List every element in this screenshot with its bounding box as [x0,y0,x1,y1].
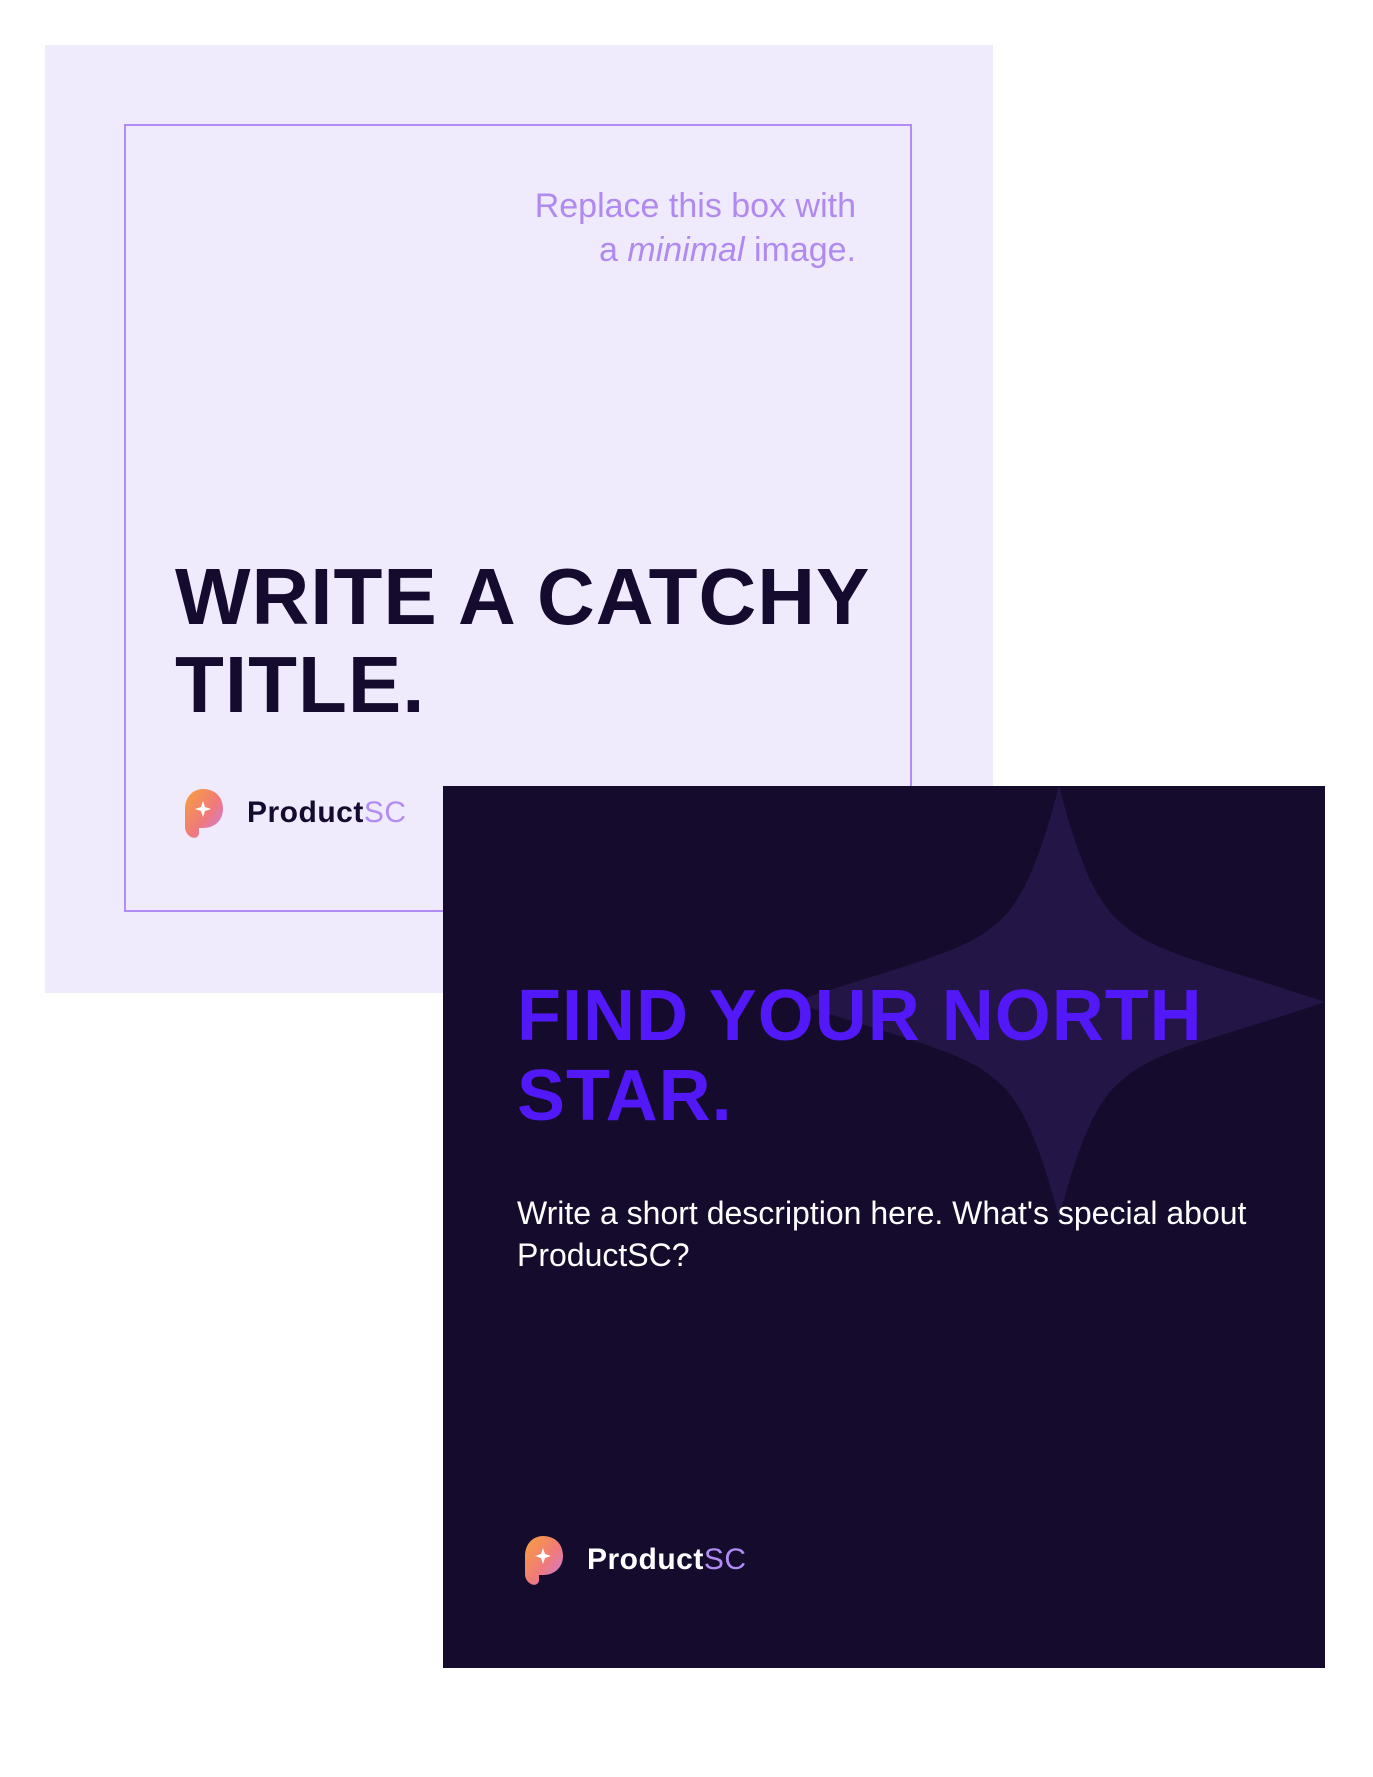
brand-name-base: Product [247,796,364,829]
brand-name-base: Product [587,1543,704,1576]
image-placeholder-note: Replace this box with a minimal image. [376,184,856,272]
light-card-title: WRITE A CATCHY TITLE. [175,552,869,729]
placeholder-line-2-pre: a [599,231,628,269]
dark-social-card: FIND YOUR NORTH STAR. Write a short desc… [443,786,1325,1668]
brand-name: ProductSC [587,1543,747,1577]
dark-card-title: FIND YOUR NORTH STAR. [517,976,1203,1136]
placeholder-line-2-post: image. [744,231,856,269]
brand-name: ProductSC [247,796,407,830]
placeholder-line-2-italic: minimal [627,231,745,269]
placeholder-line-2: a minimal image. [376,228,856,272]
productsc-logo-icon [185,789,223,838]
productsc-logo-icon [525,1536,563,1585]
dark-card-description: Write a short description here. What's s… [517,1195,1247,1273]
placeholder-line-1: Replace this box with [534,187,856,225]
brand-name-accent: SC [363,796,407,829]
dark-card-brand: ProductSC [519,1534,747,1586]
brand-name-accent: SC [703,1543,747,1576]
light-card-brand: ProductSC [179,787,407,839]
